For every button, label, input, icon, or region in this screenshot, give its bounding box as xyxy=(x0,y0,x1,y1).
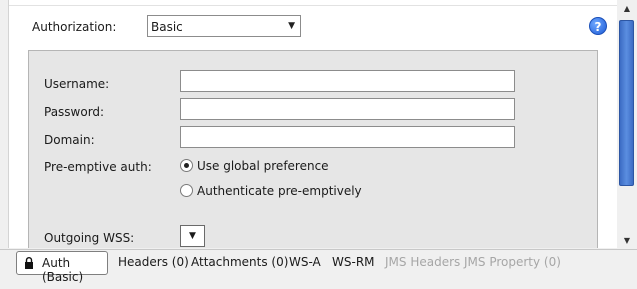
divider xyxy=(9,5,617,6)
authorization-selected-value: Basic xyxy=(151,20,183,34)
help-icon[interactable]: ? xyxy=(589,17,607,35)
domain-label: Domain: xyxy=(44,133,95,147)
tab-headers[interactable]: Headers (0) xyxy=(118,255,189,269)
outgoing-wss-select[interactable]: ▼ xyxy=(180,225,205,247)
authorization-label: Authorization: xyxy=(32,20,117,34)
vertical-scrollbar[interactable]: ▲ ▼ xyxy=(617,0,637,248)
scroll-down-arrow-icon[interactable]: ▼ xyxy=(621,236,633,245)
radio-authenticate-preemptively[interactable] xyxy=(180,184,193,197)
domain-field[interactable] xyxy=(180,126,515,148)
password-label: Password: xyxy=(44,105,105,119)
chevron-down-icon: ▼ xyxy=(189,231,196,241)
username-field[interactable] xyxy=(180,70,515,92)
tab-ws-rm[interactable]: WS-RM xyxy=(332,255,375,269)
outgoing-wss-label: Outgoing WSS: xyxy=(44,231,135,245)
chevron-down-icon: ▼ xyxy=(288,21,295,31)
credentials-group: Username: Password: Domain: Pre-emptive … xyxy=(28,50,598,248)
radio-label-use-global-preference[interactable]: Use global preference xyxy=(197,159,329,173)
username-label: Username: xyxy=(44,77,110,91)
radio-use-global-preference[interactable] xyxy=(180,159,193,172)
auth-panel: Authorization: Basic ▼ ? Username: Passw… xyxy=(8,0,618,248)
tab-ws-a[interactable]: WS-A xyxy=(289,255,321,269)
radio-label-authenticate-preemptively[interactable]: Authenticate pre-emptively xyxy=(197,184,362,198)
tab-jms-property: JMS Property (0) xyxy=(464,255,561,269)
scroll-up-arrow-icon[interactable]: ▲ xyxy=(621,4,633,13)
scrollbar-thumb[interactable] xyxy=(619,20,634,186)
tab-label: Auth (Basic) xyxy=(42,256,84,284)
preemptive-auth-label: Pre-emptive auth: xyxy=(44,160,152,174)
password-field[interactable] xyxy=(180,98,515,120)
tab-auth-basic[interactable]: Auth (Basic) xyxy=(16,251,108,284)
tab-attachments[interactable]: Attachments (0) xyxy=(191,255,288,269)
tab-jms-headers: JMS Headers xyxy=(385,255,461,269)
lock-icon xyxy=(25,257,33,269)
authorization-select[interactable]: Basic ▼ xyxy=(147,15,301,37)
